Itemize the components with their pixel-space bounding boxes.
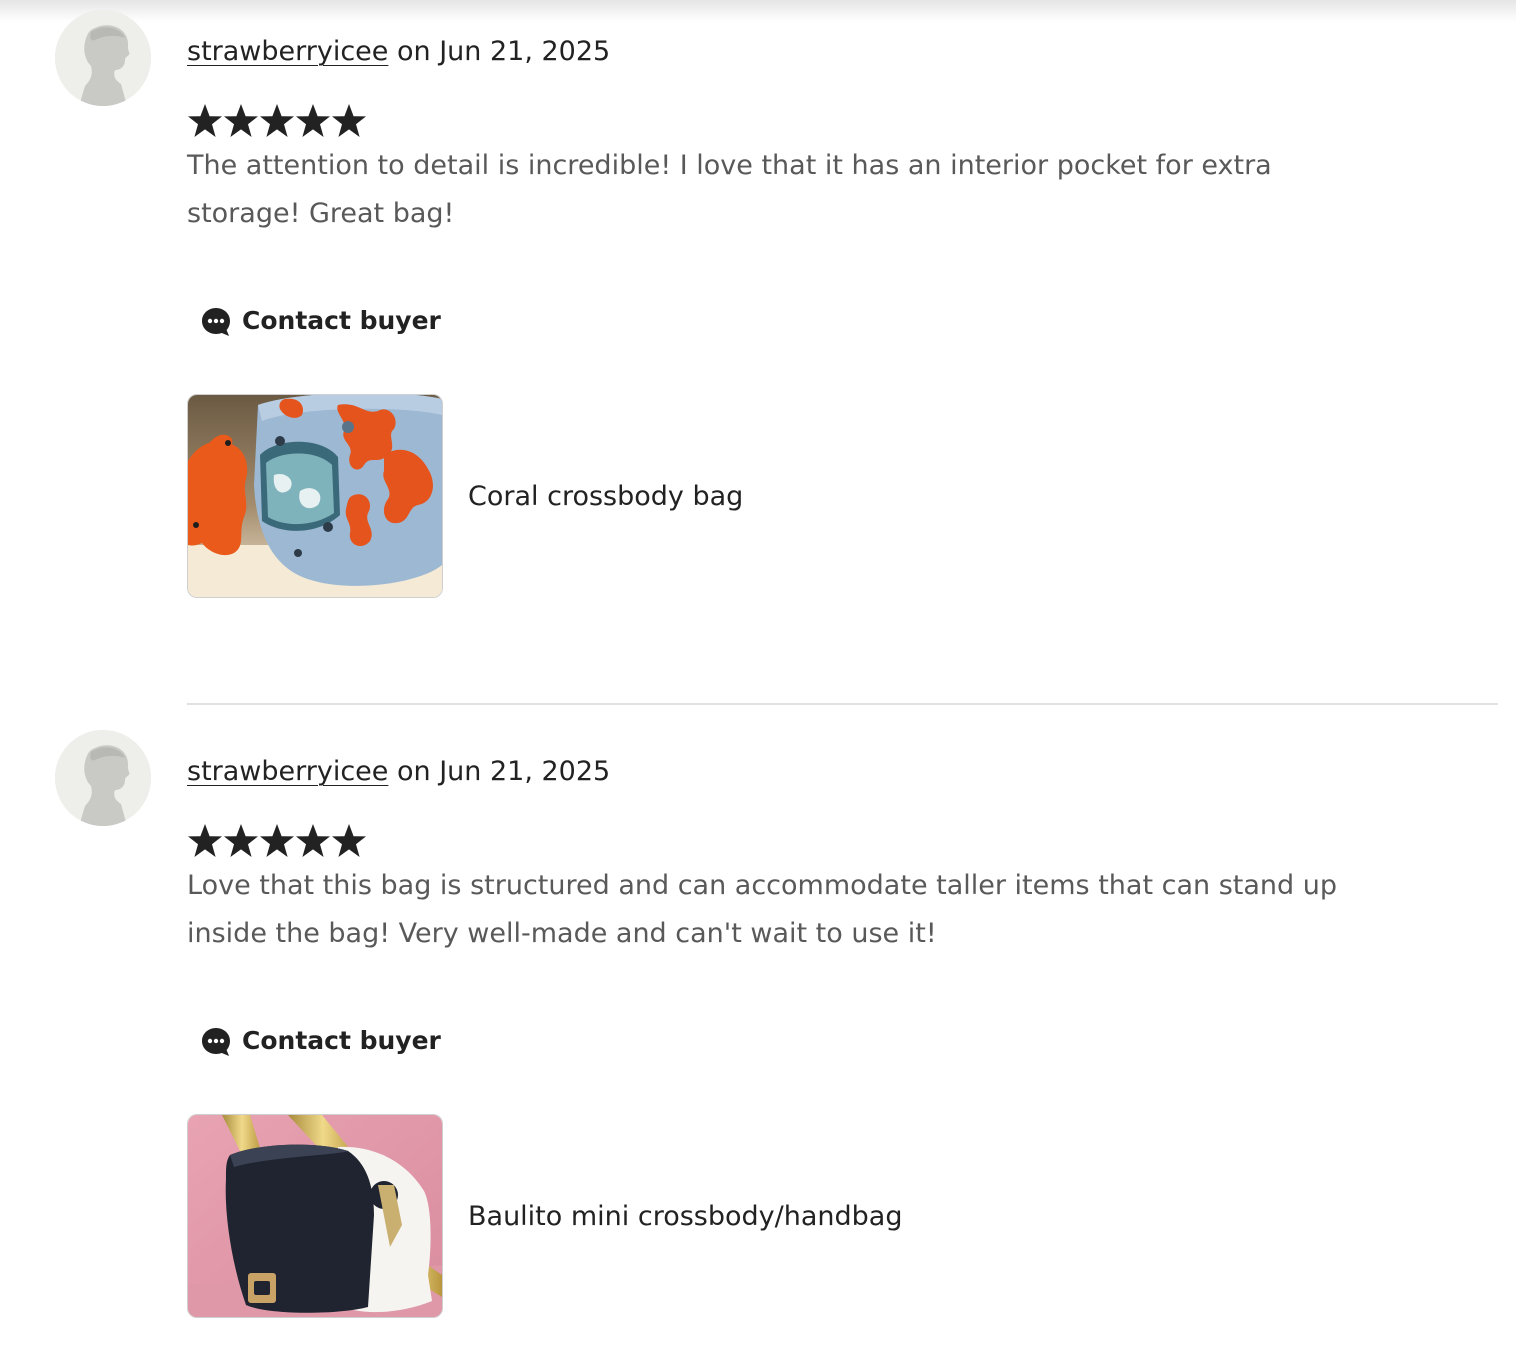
- coral-bag-photo-icon: [188, 395, 442, 597]
- contact-buyer-label: Contact buyer: [242, 1025, 441, 1055]
- star-icon: [188, 104, 222, 137]
- product-link[interactable]: Coral crossbody bag: [187, 394, 743, 598]
- product-thumbnail[interactable]: [187, 1114, 443, 1318]
- product-title[interactable]: Baulito mini crossbody/handbag: [468, 1201, 902, 1232]
- chat-bubble-icon: [202, 1028, 230, 1056]
- top-shadow: [0, 0, 1516, 22]
- review-date: on Jun 21, 2025: [388, 756, 611, 787]
- avatar[interactable]: [55, 10, 151, 106]
- star-icon: [224, 824, 258, 857]
- star-icon: [296, 824, 330, 857]
- product-title[interactable]: Coral crossbody bag: [468, 481, 743, 512]
- review-meta: strawberryicee on Jun 21, 2025: [187, 754, 610, 790]
- baulito-bag-photo-icon: [188, 1115, 442, 1317]
- star-icon: [260, 104, 294, 137]
- review-text: The attention to detail is incredible! I…: [187, 150, 1272, 229]
- star-icon: [296, 104, 330, 137]
- star-icon: [224, 104, 258, 137]
- star-rating: [187, 100, 367, 142]
- reviewer-link[interactable]: strawberryicee: [187, 756, 388, 787]
- star-icon: [332, 104, 366, 137]
- default-avatar-icon: [55, 10, 151, 106]
- product-thumbnail[interactable]: [187, 394, 443, 598]
- product-link[interactable]: Baulito mini crossbody/handbag: [187, 1114, 902, 1318]
- star-icon: [332, 824, 366, 857]
- review-meta: strawberryicee on Jun 21, 2025: [187, 34, 610, 70]
- review-date: on Jun 21, 2025: [388, 36, 611, 67]
- reviewer-link[interactable]: strawberryicee: [187, 36, 388, 67]
- contact-buyer-label: Contact buyer: [242, 305, 441, 335]
- star-icon: [188, 824, 222, 857]
- chat-bubble-icon: [202, 308, 230, 336]
- star-icon: [260, 824, 294, 857]
- review-text: Love that this bag is structured and can…: [187, 870, 1337, 949]
- default-avatar-icon: [55, 730, 151, 826]
- contact-buyer-button[interactable]: Contact buyer: [200, 300, 441, 340]
- review-divider: [187, 703, 1498, 705]
- avatar[interactable]: [55, 730, 151, 826]
- star-rating: [187, 820, 367, 862]
- contact-buyer-button[interactable]: Contact buyer: [200, 1020, 441, 1060]
